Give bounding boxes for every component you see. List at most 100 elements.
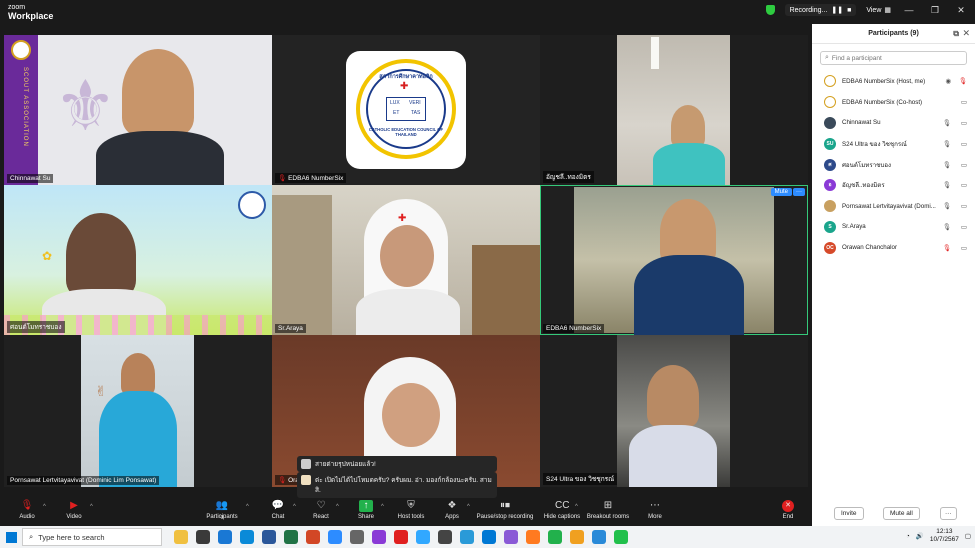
- settings-icon[interactable]: [350, 530, 364, 544]
- camera-icon[interactable]: ▭: [961, 202, 967, 210]
- messenger-icon[interactable]: [482, 530, 496, 544]
- chat-toast[interactable]: สายต่ายรุปหน่อยแล้ว!: [297, 456, 497, 472]
- mute-all-button[interactable]: Mute all: [883, 507, 920, 520]
- firefox-icon[interactable]: [526, 530, 540, 544]
- mail-icon[interactable]: [218, 530, 232, 544]
- apps-button[interactable]: ❖ Apps: [427, 500, 477, 520]
- mic-icon[interactable]: 🎙: [943, 119, 951, 127]
- app-icon[interactable]: [570, 530, 584, 544]
- mic-icon[interactable]: 🎙: [943, 223, 951, 231]
- video-tile-sonmo[interactable]: ✿ ศอนต์โมทราชบอง: [4, 185, 272, 335]
- notifications-icon[interactable]: ▢: [965, 532, 971, 540]
- video-tile-edba6-active[interactable]: Mute ··· EDBA6 NumberSix: [540, 185, 808, 335]
- video-tile-s24[interactable]: S24 Ultra ของ วิชชุกรณ์: [540, 335, 808, 487]
- participant-face: [671, 105, 705, 147]
- camera-icon[interactable]: ▭: [961, 140, 967, 148]
- video-tile-pornsawat[interactable]: ✌ Pornsawat Lertvitayavivat (Dominic Lim…: [4, 335, 272, 487]
- powerpoint-icon[interactable]: [306, 530, 320, 544]
- pause-icon[interactable]: ❚❚: [831, 6, 843, 14]
- file-explorer-icon[interactable]: [174, 530, 188, 544]
- participant-search[interactable]: ⌕: [820, 51, 967, 65]
- line-icon[interactable]: [614, 530, 628, 544]
- camera-icon[interactable]: ▭: [961, 98, 967, 106]
- more-button[interactable]: ⋯ More: [630, 500, 680, 520]
- participant-item[interactable]: SU S24 Ultra ของ วิชชุกรณ์ 🎙 ▭: [812, 133, 975, 154]
- react-heart-icon: ♡: [316, 500, 326, 511]
- captions-chevron-icon[interactable]: ^: [575, 504, 578, 510]
- app-icon[interactable]: [460, 530, 474, 544]
- maximize-icon[interactable]: ❐: [927, 5, 943, 16]
- video-options-chevron-icon[interactable]: ^: [90, 504, 93, 510]
- participant-item[interactable]: Chinnawat Su 🎙 ▭: [812, 113, 975, 134]
- camera-icon[interactable]: ▭: [961, 181, 967, 189]
- tile-mute-button[interactable]: Mute: [770, 188, 792, 196]
- participants-panel-title: Participants (9): [868, 30, 919, 37]
- calendar-icon[interactable]: [438, 530, 452, 544]
- participants-button[interactable]: 👥9 Participants: [197, 500, 247, 521]
- mic-muted-icon[interactable]: 🎙: [959, 77, 967, 85]
- react-button[interactable]: ♡ React: [296, 500, 346, 520]
- taskbar-search[interactable]: ⌕ Type here to search: [22, 528, 162, 546]
- share-button[interactable]: ↑ Share: [341, 500, 391, 520]
- pause-stop-recording-button[interactable]: ⏸⏹ Pause/stop recording: [474, 500, 536, 520]
- app-icon[interactable]: [504, 530, 518, 544]
- close-icon[interactable]: ✕: [953, 5, 969, 16]
- participant-item[interactable]: ศ ศอนต์โมทราชบอง 🎙 ▭: [812, 154, 975, 175]
- mic-icon[interactable]: 🎙: [943, 202, 951, 210]
- zoom-icon[interactable]: [328, 530, 342, 544]
- video-tile-sr-araya[interactable]: ✚ Sr.Araya: [272, 185, 540, 335]
- apps-chevron-icon[interactable]: ^: [467, 504, 470, 510]
- close-panel-icon[interactable]: ✕: [962, 28, 970, 39]
- video-button[interactable]: ▶ Video: [49, 500, 99, 520]
- app-icon[interactable]: [372, 530, 386, 544]
- panel-more-button[interactable]: ···: [940, 507, 957, 520]
- popout-icon[interactable]: ⧉: [953, 29, 959, 39]
- participant-item[interactable]: EDBA6 NumberSix (Host, me) ◉ 🎙: [812, 71, 975, 92]
- video-tile-chinnawat[interactable]: SCOUT ASSOCIATION ⚜ Chinnawat Su: [4, 35, 272, 185]
- react-chevron-icon[interactable]: ^: [336, 504, 339, 510]
- breakout-rooms-button[interactable]: ⊞ Breakout rooms: [583, 500, 633, 520]
- recording-indicator[interactable]: Recording... ❚❚ ■: [784, 4, 857, 16]
- edge-icon[interactable]: [240, 530, 254, 544]
- participant-item[interactable]: OC Orawan Chanchalor 🎙 ▭: [812, 237, 975, 258]
- participants-chevron-icon[interactable]: ^: [246, 504, 249, 510]
- participant-search-input[interactable]: [831, 54, 952, 62]
- chrome-icon[interactable]: [548, 530, 562, 544]
- mic-icon[interactable]: 🎙: [943, 161, 951, 169]
- photoshop-icon[interactable]: [416, 530, 430, 544]
- minimize-icon[interactable]: —: [901, 5, 917, 15]
- chat-toast[interactable]: ต่ะ เปิดไม่ได้ไปโหมดครับ? ครับผม. อ่า. ม…: [297, 472, 497, 498]
- youtube-icon[interactable]: [394, 530, 408, 544]
- view-button[interactable]: View ▦: [866, 6, 891, 15]
- end-button[interactable]: ✕ End: [763, 500, 813, 520]
- participant-item[interactable]: Pornsawat Lertvitayavivat (Domi... 🎙 ▭: [812, 196, 975, 217]
- camera-icon[interactable]: ▭: [961, 161, 967, 169]
- audio-button[interactable]: 🎙 Audio: [2, 500, 52, 520]
- store-icon[interactable]: [196, 530, 210, 544]
- audio-options-chevron-icon[interactable]: ^: [43, 504, 46, 510]
- mic-muted-icon[interactable]: 🎙: [943, 244, 951, 252]
- participant-item[interactable]: EDBA6 NumberSix (Co-host) ▭: [812, 92, 975, 113]
- taskbar-clock[interactable]: 12:13 10/7/2567: [930, 528, 959, 544]
- video-tile-edba6-logo[interactable]: สภาการศึกษาคาทอลิก LUX VERI ET TAS ✚ CAT…: [272, 35, 540, 185]
- camera-icon[interactable]: ▭: [961, 223, 967, 231]
- invite-button[interactable]: Invite: [834, 507, 864, 520]
- mic-icon[interactable]: 🎙: [943, 140, 951, 148]
- participant-item[interactable]: อ อัญชลี..ทองมิตร 🎙 ▭: [812, 175, 975, 196]
- share-chevron-icon[interactable]: ^: [381, 504, 384, 510]
- excel-icon[interactable]: [284, 530, 298, 544]
- video-tile-anchalee[interactable]: อัญชลี..ทองมิตร: [540, 35, 808, 185]
- tile-more-button[interactable]: ···: [793, 188, 805, 196]
- stop-icon[interactable]: ■: [847, 7, 851, 14]
- word-icon[interactable]: [262, 530, 276, 544]
- security-shield-icon[interactable]: [765, 5, 775, 15]
- camera-icon[interactable]: ▭: [961, 119, 967, 127]
- camera-icon[interactable]: ▭: [961, 244, 967, 252]
- app-icon[interactable]: [592, 530, 606, 544]
- hide-captions-button[interactable]: CC Hide captions: [537, 500, 587, 520]
- participant-item[interactable]: S Sr.Araya 🎙 ▭: [812, 217, 975, 238]
- windows-start-icon[interactable]: [0, 526, 22, 548]
- mic-icon[interactable]: 🎙: [943, 181, 951, 189]
- volume-icon[interactable]: 🔊: [916, 532, 924, 540]
- network-icon[interactable]: ◔: [906, 533, 910, 540]
